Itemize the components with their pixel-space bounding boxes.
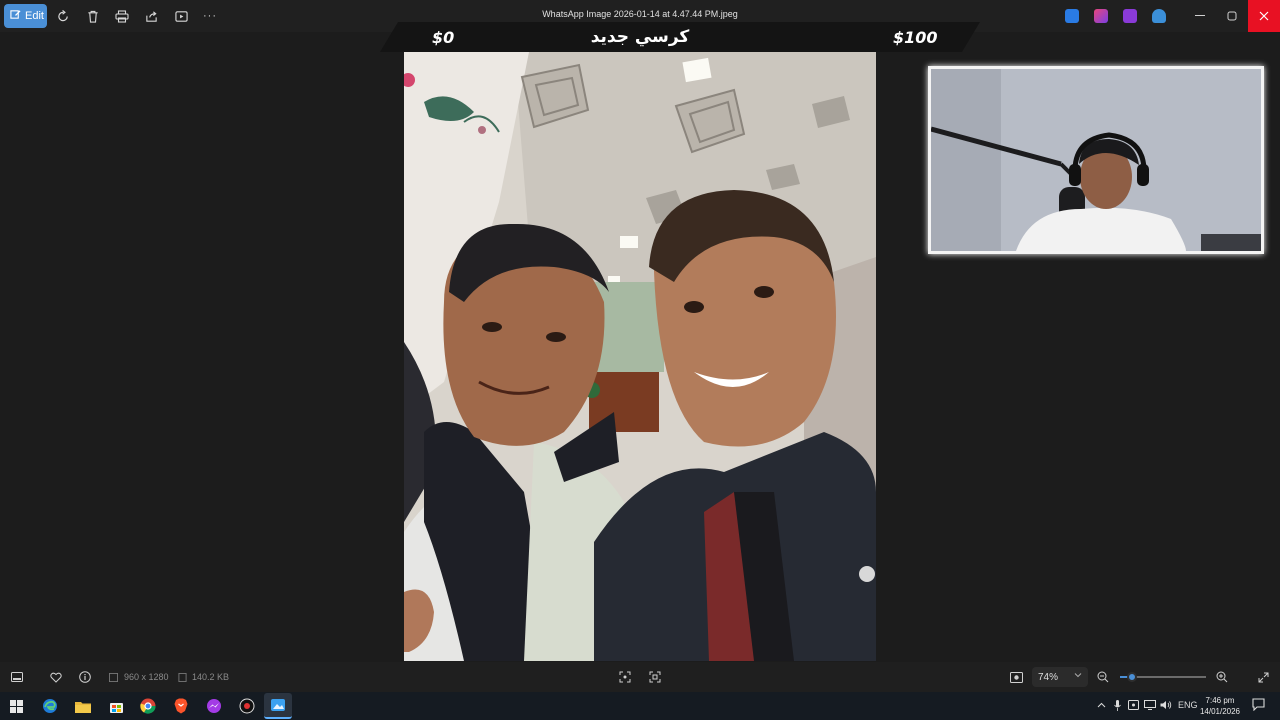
minimize-button[interactable] [1184,0,1216,32]
volume-icon[interactable] [1160,700,1172,712]
banner-right-amount: $100 [893,28,938,47]
status-bar: 960 x 1280 140.2 KB 74% [0,662,1280,692]
chevron-down-icon [1074,671,1082,680]
webcam-feed [931,69,1261,251]
cloud-icon[interactable] [1152,9,1166,23]
notifications-icon[interactable] [1252,698,1265,713]
pinned-app-icon[interactable] [1065,9,1079,23]
main-photo[interactable] [404,52,876,661]
taskbar: ENG 7:46 pm 14/01/2026 [0,692,1280,720]
delete-icon[interactable] [84,7,102,25]
more-label: ··· [203,10,217,22]
fullscreen-icon[interactable] [1256,670,1270,684]
file-size-icon [175,670,189,684]
device-icon[interactable] [1128,700,1139,712]
zoom-slider[interactable] [1120,672,1206,682]
recording-app-icon[interactable] [238,697,256,715]
file-explorer-icon[interactable] [74,697,92,715]
microphone-icon[interactable] [1114,700,1121,713]
edit-label: Edit [25,10,44,22]
pinned-app-icon[interactable] [1123,9,1137,23]
edit-icon [10,9,21,23]
zoom-level-dropdown[interactable]: 74% [1032,667,1088,687]
fit-to-window-icon[interactable] [1009,670,1023,684]
crop-icon[interactable] [618,670,632,684]
pinned-app-icon[interactable] [1094,9,1108,23]
network-icon[interactable] [1144,700,1156,712]
select-region-icon[interactable] [648,670,662,684]
slideshow-icon[interactable] [172,7,190,25]
chrome-icon[interactable] [139,697,157,715]
filmstrip-icon[interactable] [10,670,24,684]
clock[interactable]: 7:46 pm 14/01/2026 [1196,695,1244,717]
banner-center-text: كرسي جديد [590,27,690,47]
zoom-out-icon[interactable] [1096,670,1110,684]
clock-time: 7:46 pm [1205,696,1235,705]
print-icon[interactable] [113,7,131,25]
zoom-in-icon[interactable] [1215,670,1229,684]
edit-button[interactable]: Edit [4,4,47,28]
share-icon[interactable] [142,7,160,25]
close-icon [1259,11,1269,21]
restore-button[interactable] [1216,0,1248,32]
start-icon[interactable] [7,697,25,715]
window-title: WhatsApp Image 2026-01-14 at 4.47.44 PM.… [542,9,738,19]
image-dimensions: 960 x 1280 [124,672,169,682]
store-icon[interactable] [107,697,125,715]
zoom-slider-thumb[interactable] [1127,672,1138,682]
brave-icon[interactable] [172,697,190,715]
photos-app-window: Edit ··· WhatsApp Image 2026-01-14 at 4.… [0,0,1280,720]
more-icon[interactable]: ··· [201,7,219,25]
photos-app-taskbar-icon[interactable] [264,693,292,719]
language-indicator[interactable]: ENG [1178,700,1198,710]
stream-overlay-banner: $0 كرسي جديد $100 [380,22,980,52]
dimensions-icon [106,670,120,684]
ceiling-light [620,236,638,248]
rotate-icon[interactable] [54,7,72,25]
messenger-icon[interactable] [205,697,223,715]
favorite-icon[interactable] [49,670,63,684]
edge-icon[interactable] [41,697,59,715]
close-button[interactable] [1248,0,1280,32]
chevron-up-icon[interactable] [1097,700,1106,710]
file-size: 140.2 KB [192,672,230,682]
zoom-level: 74% [1038,671,1059,683]
webcam-overlay [928,66,1264,254]
photo-canvas [404,52,876,661]
info-icon[interactable] [78,670,92,684]
clock-date: 14/01/2026 [1199,707,1241,716]
